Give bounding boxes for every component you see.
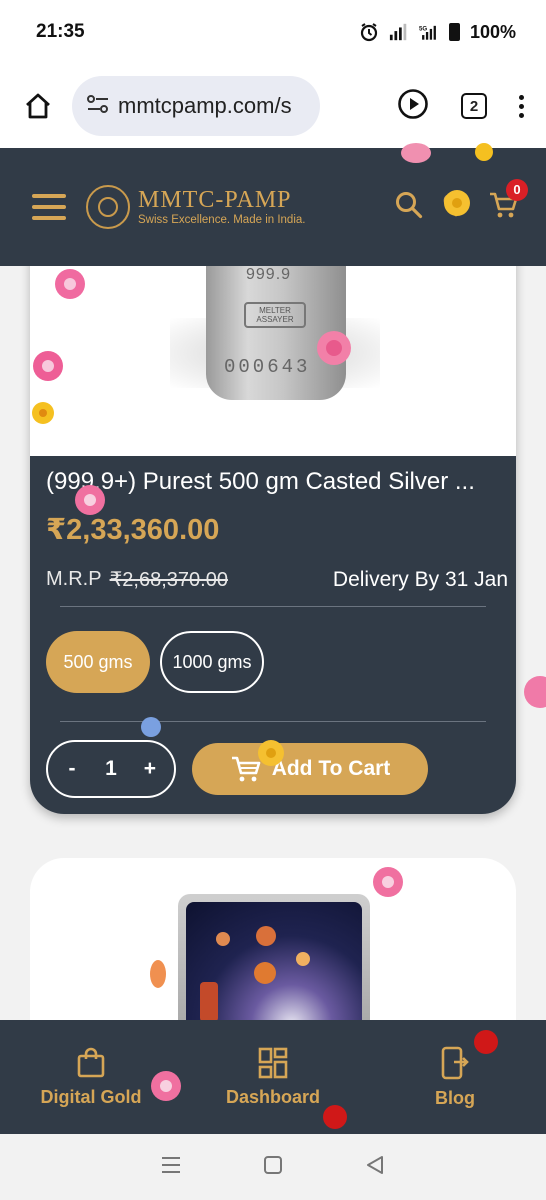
product-price: ₹2,33,360.00 xyxy=(46,514,220,546)
battery-icon xyxy=(448,23,460,41)
bar-assayer-stamp: MELTER ASSAYER xyxy=(244,302,306,328)
back-icon[interactable] xyxy=(364,1154,386,1181)
flower-decoration-icon xyxy=(150,960,166,988)
flower-decoration-icon xyxy=(32,402,54,424)
flower-decoration-icon xyxy=(258,740,284,766)
flower-decoration-icon xyxy=(317,331,351,365)
svg-text:5G: 5G xyxy=(419,25,427,32)
quantity-value: 1 xyxy=(105,757,117,780)
nav-blog[interactable]: Blog xyxy=(364,1020,546,1134)
browser-toolbar: mmtcpamp.com/s 2 xyxy=(0,64,546,148)
battery-level: 100% xyxy=(469,21,516,42)
status-bar: 21:35 5G 100% xyxy=(0,0,546,64)
shopping-bag-icon xyxy=(77,1047,105,1077)
search-icon[interactable] xyxy=(394,190,424,225)
increase-qty-button[interactable]: + xyxy=(135,757,165,781)
mrp-value: ₹2,68,370.00 xyxy=(109,569,228,591)
nav-label: Digital Gold xyxy=(40,1086,142,1107)
divider xyxy=(60,606,486,607)
product-title[interactable]: (999.9+) Purest 500 gm Casted Silver ... xyxy=(46,456,500,496)
flower-decoration-icon xyxy=(444,190,470,216)
home-square-icon[interactable] xyxy=(262,1154,284,1181)
delivery-date: Delivery By 31 Jan xyxy=(332,567,508,591)
home-icon[interactable] xyxy=(18,86,58,126)
logo-tagline: Swiss Excellence. Made in India. xyxy=(138,214,306,226)
logo-seal-icon xyxy=(86,185,130,229)
status-icons: 5G 100% xyxy=(359,22,516,43)
flower-decoration-icon xyxy=(141,717,161,737)
bar-purity-stamp: 999.9 xyxy=(246,266,292,283)
alarm-icon xyxy=(359,22,379,42)
address-bar[interactable]: mmtcpamp.com/s xyxy=(72,76,320,136)
weight-option-500[interactable]: 500 gms xyxy=(46,631,150,693)
status-time: 21:35 xyxy=(36,21,85,42)
flower-decoration-icon xyxy=(475,143,493,161)
quantity-stepper: - 1 + xyxy=(46,740,176,798)
more-menu-icon[interactable] xyxy=(519,94,524,118)
nav-label: Dashboard xyxy=(225,1086,321,1107)
flower-decoration-icon xyxy=(55,269,85,299)
flower-decoration-icon xyxy=(323,1105,347,1129)
signal-icon xyxy=(389,22,409,42)
flower-decoration-icon xyxy=(373,867,403,897)
divider xyxy=(60,721,486,722)
flower-decoration-icon xyxy=(474,1030,498,1054)
brand-logo[interactable]: MMTC-PAMP Swiss Excellence. Made in Indi… xyxy=(86,185,305,229)
blog-device-icon xyxy=(441,1046,469,1079)
add-to-cart-label: Add To Cart xyxy=(271,757,391,780)
system-navigation-bar xyxy=(0,1134,546,1200)
recents-icon[interactable] xyxy=(160,1155,182,1180)
tab-switcher-button[interactable]: 2 xyxy=(461,93,487,119)
mrp-label: M.R.P xyxy=(46,568,102,590)
logo-title: MMTC-PAMP xyxy=(138,187,292,213)
cart-count-badge: 0 xyxy=(506,178,528,201)
site-settings-icon[interactable] xyxy=(86,94,110,119)
flower-decoration-icon xyxy=(33,351,63,381)
flower-decoration-icon xyxy=(524,676,546,708)
bottom-navigation: Digital Gold Dashboard Blog xyxy=(0,1020,546,1134)
url-text: mmtcpamp.com/s xyxy=(118,93,292,118)
weight-options: 500 gms 1000 gms xyxy=(46,631,500,693)
add-to-cart-button[interactable]: Add To Cart xyxy=(192,743,428,795)
header-cart-button[interactable]: 0 xyxy=(488,178,528,224)
nav-label: Blog xyxy=(435,1087,475,1108)
decrease-qty-button[interactable]: - xyxy=(57,757,87,781)
flower-decoration-icon xyxy=(151,1071,181,1101)
hamburger-menu-icon[interactable] xyxy=(32,194,66,220)
dashboard-grid-icon xyxy=(258,1047,288,1078)
bar-serial-number: 000643 xyxy=(224,356,311,378)
flower-decoration-icon xyxy=(75,485,105,515)
flower-decoration-icon xyxy=(401,143,431,163)
play-icon[interactable] xyxy=(397,88,429,125)
weight-option-1000[interactable]: 1000 gms xyxy=(160,631,264,693)
signal-5g-icon: 5G xyxy=(419,22,439,42)
